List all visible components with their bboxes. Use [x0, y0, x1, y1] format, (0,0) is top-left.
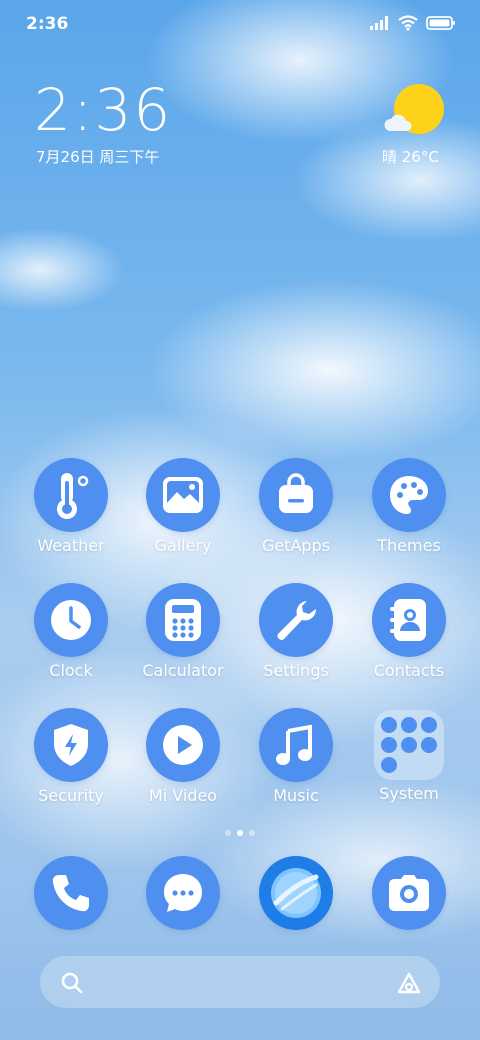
app-icon-bg: [146, 856, 220, 930]
app-label: Weather: [37, 536, 105, 555]
status-time: 2:36: [26, 14, 69, 34]
app-label: Clock: [49, 661, 93, 680]
app-security[interactable]: Security: [16, 708, 126, 805]
app-label: Calculator: [142, 661, 224, 680]
app-icon-bg: [34, 708, 108, 782]
app-icon-bg: [372, 458, 446, 532]
app-icon-bg: [372, 583, 446, 657]
app-label: GetApps: [261, 536, 331, 555]
clock-icon: [51, 600, 91, 640]
palette-icon: [390, 476, 428, 514]
shield-bolt-icon: [54, 724, 88, 766]
folder-mini-app: [421, 717, 437, 733]
browser-planet-icon: [271, 868, 321, 918]
app-icon-bg: [34, 458, 108, 532]
app-clock[interactable]: Clock: [16, 583, 126, 680]
page-dot: [225, 830, 231, 836]
app-icon-bg: [259, 583, 333, 657]
dock-camera[interactable]: [354, 856, 464, 930]
app-weather[interactable]: Weather: [16, 458, 126, 555]
status-bar: 2:36: [0, 0, 480, 50]
app-themes[interactable]: Themes: [354, 458, 464, 555]
page-dot: [249, 830, 255, 836]
battery-icon: [426, 16, 455, 30]
app-label: Music: [273, 786, 319, 805]
app-icon-bg: [146, 458, 220, 532]
page-indicator: [0, 830, 480, 836]
app-label: Settings: [263, 661, 329, 680]
app-label: System: [379, 784, 439, 803]
app-label: Mi Video: [148, 786, 218, 805]
app-contacts[interactable]: Contacts: [354, 583, 464, 680]
app-label: Contacts: [373, 661, 445, 680]
cloud-icon: [384, 114, 412, 131]
dock-phone[interactable]: [16, 856, 126, 930]
clock-widget-time[interactable]: 2:36: [34, 78, 172, 142]
folder-mini-app: [401, 717, 417, 733]
app-mi-video[interactable]: Mi Video: [128, 708, 238, 805]
calculator-icon: [165, 599, 201, 641]
app-label: Gallery: [154, 536, 212, 555]
wrench-icon: [277, 601, 317, 640]
phone-icon: [52, 875, 89, 912]
app-icon-bg: [259, 708, 333, 782]
search-icon: [61, 972, 83, 994]
app-icon-bg: [372, 856, 446, 930]
app-settings[interactable]: Settings: [241, 583, 351, 680]
thermometer-icon: [57, 473, 89, 519]
app-icon-bg: [34, 583, 108, 657]
folder-mini-app: [421, 737, 437, 753]
app-label: Themes: [377, 536, 441, 555]
signal-icon: [370, 16, 388, 30]
contacts-book-icon: [390, 599, 426, 641]
clock-widget-date: 7月26日 周三下午: [36, 148, 160, 166]
dock-browser[interactable]: [241, 856, 351, 930]
app-icon-bg: [259, 856, 333, 930]
folder-mini-app: [381, 717, 397, 733]
shopping-bag-icon: [279, 473, 313, 513]
app-icon-bg: [34, 856, 108, 930]
app-folder-system[interactable]: System: [354, 708, 464, 803]
app-calculator[interactable]: Calculator: [128, 583, 238, 680]
app-getapps[interactable]: GetApps: [241, 458, 351, 555]
camera-icon: [389, 875, 429, 911]
music-note-icon: [276, 724, 312, 765]
app-gallery[interactable]: Gallery: [128, 458, 238, 555]
app-icon-bg: [146, 708, 220, 782]
app-label: Security: [38, 786, 104, 805]
wifi-icon: [398, 15, 418, 31]
app-music[interactable]: Music: [241, 708, 351, 805]
weather-widget[interactable]: 晴 26°C: [382, 84, 446, 170]
search-bar[interactable]: [40, 956, 440, 1008]
app-icon-bg: [259, 458, 333, 532]
dock-messages[interactable]: [128, 856, 238, 930]
app-vault-icon[interactable]: [396, 970, 422, 996]
page-dot-active: [237, 830, 243, 836]
image-icon: [163, 477, 203, 513]
folder-mini-app: [381, 737, 397, 753]
folder-icon: [374, 710, 444, 780]
app-icon-bg: [146, 583, 220, 657]
folder-mini-app: [401, 737, 417, 753]
folder-mini-app: [381, 757, 397, 773]
message-icon: [164, 874, 202, 912]
weather-text: 晴 26°C: [382, 148, 439, 166]
play-icon: [163, 725, 203, 765]
